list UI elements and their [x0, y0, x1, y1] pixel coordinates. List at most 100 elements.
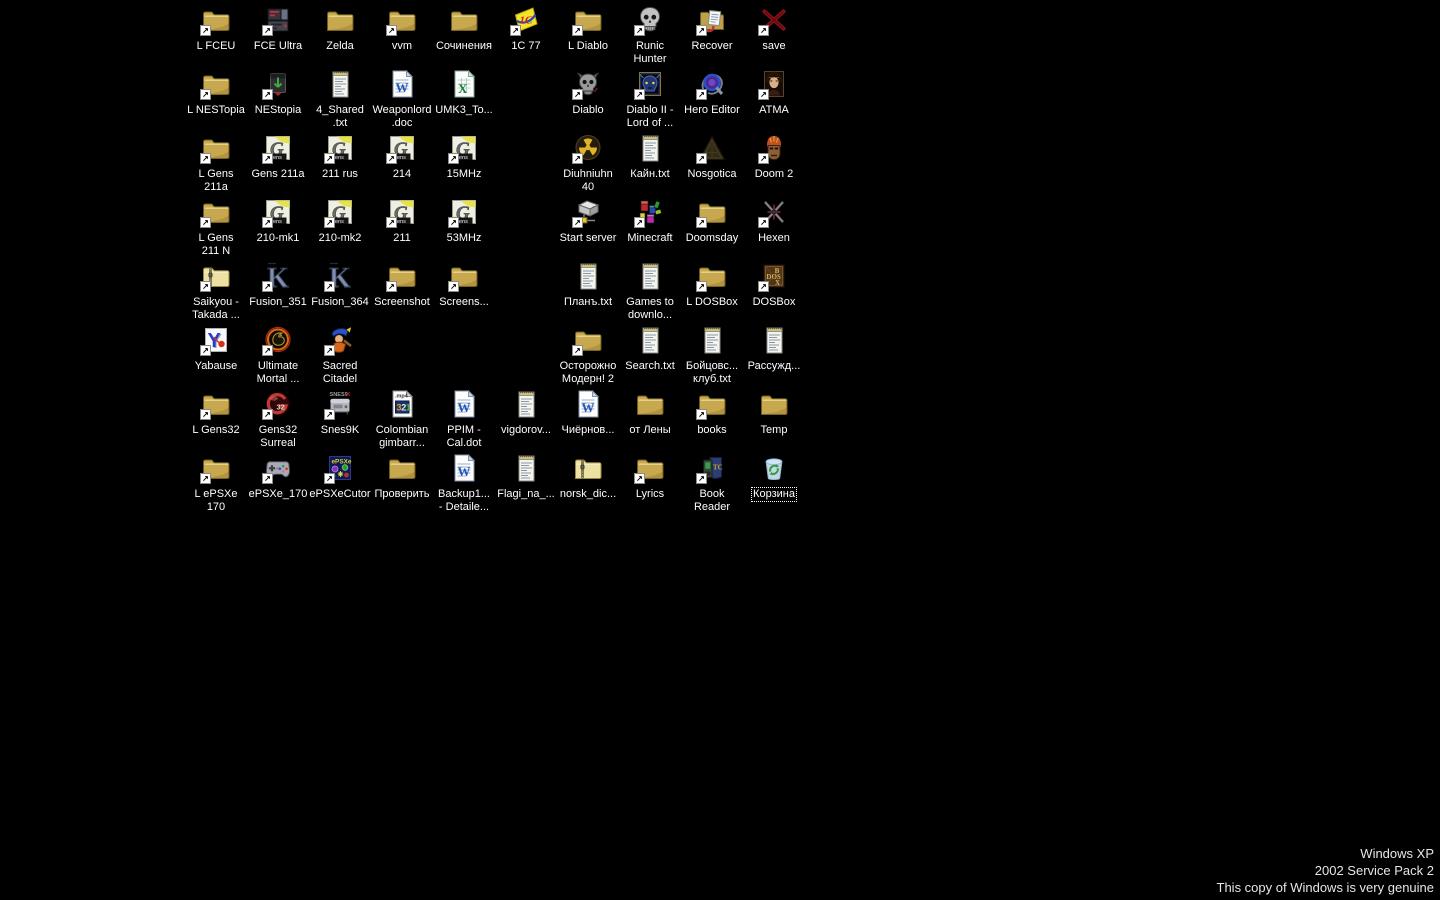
icon-label: Games to downlo...: [625, 296, 675, 322]
icon-label: FCE Ultra: [253, 40, 303, 53]
svg-text:W: W: [582, 400, 595, 415]
shortcut-arrow-icon: ↗: [572, 153, 583, 164]
icon-label: 210-mk1: [256, 232, 301, 245]
icon-label: Temp: [760, 424, 789, 437]
svg-text:ens: ens: [459, 155, 468, 161]
desktop-icon[interactable]: G ens↗15MHz: [426, 132, 502, 181]
book-reader-icon: TC ↗: [696, 452, 728, 484]
word-doc-icon: W: [448, 452, 480, 484]
shortcut-arrow-icon: ↗: [200, 217, 211, 228]
desktop-icon[interactable]: Temp: [736, 388, 812, 437]
folder-icon: [386, 452, 418, 484]
shortcut-arrow-icon: ↗: [386, 25, 397, 36]
folder-zip-icon: [572, 452, 604, 484]
icon-label: Search.txt: [624, 360, 676, 373]
shortcut-arrow-icon: ↗: [200, 25, 211, 36]
svg-text:K: K: [346, 392, 350, 398]
shortcut-arrow-icon: ↗: [634, 25, 645, 36]
icon-label: UMK3_To...: [434, 104, 493, 117]
icon-label: Diablo: [571, 104, 604, 117]
skull-icon: ↗: [634, 4, 666, 36]
svg-text:1C: 1C: [520, 15, 534, 27]
svg-text:X: X: [775, 279, 780, 287]
desktop-icon[interactable]: B DOS X↗DOSBox: [736, 260, 812, 309]
gamepad-icon: ↗: [262, 452, 294, 484]
gens-icon: G ens↗: [324, 196, 356, 228]
shortcut-arrow-icon: ↗: [758, 25, 769, 36]
shortcut-arrow-icon: ↗: [200, 281, 211, 292]
gens-icon: G ens↗: [386, 132, 418, 164]
yabause-icon: Y Y ↗: [200, 324, 232, 356]
desktop-icon[interactable]: ↗ATMA: [736, 68, 812, 117]
desktop-icon[interactable]: ↗Doom 2: [736, 132, 812, 181]
folder-icon: ↗: [572, 4, 604, 36]
icon-label: Backup1... - Detaile...: [437, 488, 491, 514]
dosbox-icon: B DOS X↗: [758, 260, 790, 292]
icon-label: Рассужд...: [747, 360, 802, 373]
mp4-doc-icon: .mp4 3 2 1: [386, 388, 418, 420]
desktop-icon[interactable]: ↗save: [736, 4, 812, 53]
notepad-icon: [634, 260, 666, 292]
icon-label: L Gens 211 N: [197, 232, 234, 258]
shortcut-arrow-icon: ↗: [200, 89, 211, 100]
desktop-background[interactable]: ↗L FCEU ↗FCE Ultra Zelda ↗vvm Сочинения …: [0, 0, 1440, 900]
desktop-icon[interactable]: Корзина: [736, 452, 812, 501]
shortcut-arrow-icon: ↗: [572, 345, 583, 356]
desktop-icon[interactable]: X UMK3_To...: [426, 68, 502, 117]
svg-text:ens: ens: [397, 155, 406, 161]
icon-label: Runic Hunter: [632, 40, 667, 66]
gens32-icon: 32 ↗: [262, 388, 294, 420]
svg-text:ePSXe: ePSXe: [332, 459, 352, 466]
icon-label: L NESTopia: [186, 104, 246, 117]
icon-label: Doom 2: [754, 168, 795, 181]
desktop-icon[interactable]: ↗Hexen: [736, 196, 812, 245]
sacred-citadel-icon: ↗: [324, 324, 356, 356]
svg-text:1: 1: [406, 403, 411, 413]
shortcut-arrow-icon: ↗: [696, 153, 707, 164]
gens-icon: G ens↗: [386, 196, 418, 228]
notepad-icon: [572, 260, 604, 292]
icon-label: Screens...: [438, 296, 490, 309]
icon-label: L ePSXe 170: [193, 488, 238, 514]
folder-icon: ↗: [386, 260, 418, 292]
shortcut-arrow-icon: ↗: [696, 217, 707, 228]
nosgotica-icon: ↗: [696, 132, 728, 164]
folder-icon: ↗: [200, 388, 232, 420]
shortcut-arrow-icon: ↗: [262, 89, 273, 100]
icon-label: Zelda: [325, 40, 355, 53]
shortcut-arrow-icon: ↗: [324, 345, 335, 356]
shortcut-arrow-icon: ↗: [386, 153, 397, 164]
shortcut-arrow-icon: ↗: [386, 217, 397, 228]
word-doc-icon: W: [572, 388, 604, 420]
shortcut-arrow-icon: ↗: [696, 281, 707, 292]
notepad-icon: [634, 324, 666, 356]
shortcut-arrow-icon: ↗: [634, 473, 645, 484]
desktop-icon[interactable]: G ens↗53MHz: [426, 196, 502, 245]
shortcut-arrow-icon: ↗: [696, 409, 707, 420]
desktop-icon[interactable]: ↗Sacred Citadel: [302, 324, 378, 386]
notepad-icon: [758, 324, 790, 356]
recycle-bin-icon: [758, 452, 790, 484]
gens-icon: G ens↗: [448, 132, 480, 164]
icon-label: Yabause: [194, 360, 239, 373]
icon-label: Minecraft: [626, 232, 673, 245]
recover-icon: ↗: [696, 4, 728, 36]
umk3-icon: ↗: [262, 324, 294, 356]
desktop-icon[interactable]: Рассужд...: [736, 324, 812, 373]
shortcut-arrow-icon: ↗: [448, 153, 459, 164]
folder-icon: ↗: [386, 4, 418, 36]
shortcut-arrow-icon: ↗: [448, 217, 459, 228]
svg-text:32: 32: [277, 403, 285, 412]
shortcut-arrow-icon: ↗: [262, 281, 273, 292]
desktop-icon[interactable]: ↗Screens...: [426, 260, 502, 309]
icon-label: ePSXeCutor: [308, 488, 371, 501]
svg-text:X: X: [458, 81, 468, 96]
icon-label: Diablo II - Lord of ...: [625, 104, 674, 130]
shortcut-arrow-icon: ↗: [262, 345, 273, 356]
icon-label: PPIM - Cal.dot: [446, 424, 483, 450]
icon-label: Doomsday: [685, 232, 740, 245]
shortcut-arrow-icon: ↗: [262, 473, 273, 484]
fce-ultra-icon: ↗: [262, 4, 294, 36]
radiation-icon: ↗: [572, 132, 604, 164]
icon-label: L Diablo: [567, 40, 609, 53]
